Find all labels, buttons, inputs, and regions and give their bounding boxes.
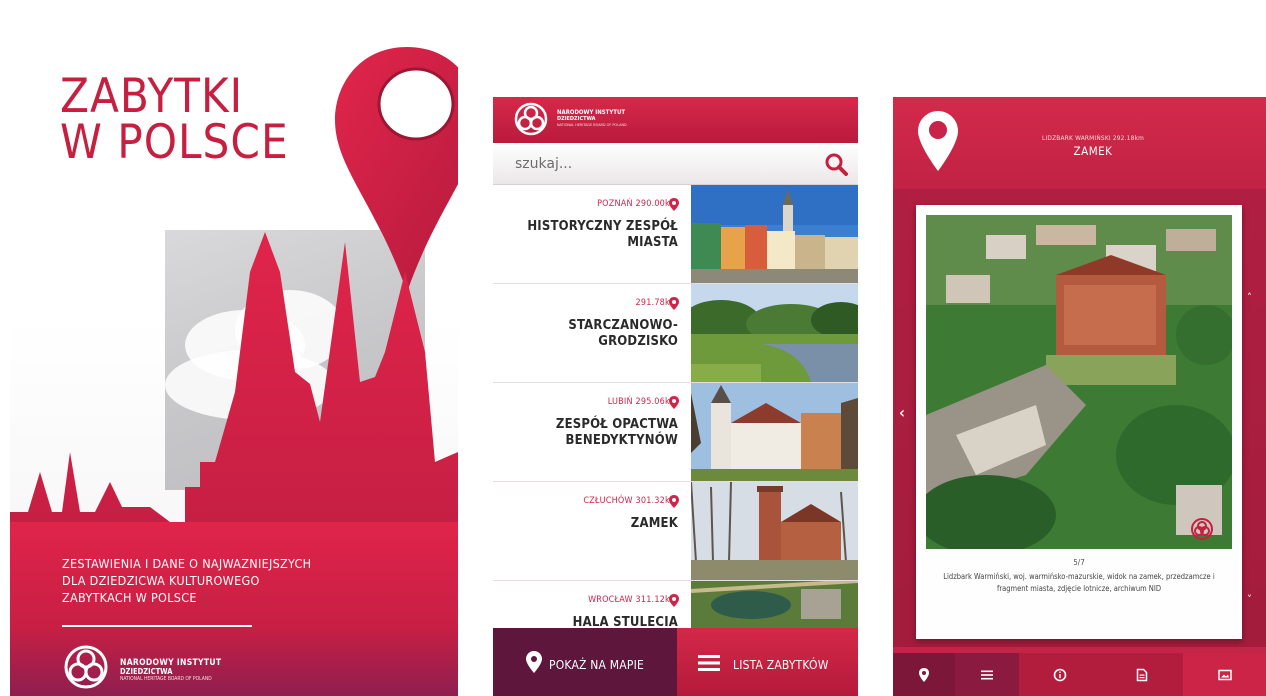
nid-logo-icon (64, 645, 108, 689)
document-icon (1136, 668, 1148, 681)
item-photo (691, 482, 858, 580)
pin-icon (669, 594, 679, 607)
splash-screen: ZABYTKI W POLSCE ZESTAWIENIA I DANE O NA… (10, 12, 458, 696)
photo-caption: Lidzbark Warmiński, woj. warmińsko-mazur… (943, 572, 1215, 593)
item-location: POZNAŃ 290.00km (597, 199, 678, 209)
detail-screen: LIDZBARK WARMIŃSKI 292.18km ZAMEK ‹ ˄ ˅ (893, 97, 1266, 696)
scroll-up-icon[interactable]: ˄ (1247, 291, 1252, 304)
info-icon (1053, 668, 1067, 681)
aerial-photo[interactable] (926, 215, 1232, 549)
pin-icon (669, 297, 679, 310)
item-location: WROCŁAW 311.12km (588, 595, 678, 605)
header-text-3: NATIONAL HERITAGE BOARD OF POLAND (557, 122, 627, 127)
photo-counter: 5/7 (1073, 558, 1085, 567)
pin-icon (669, 198, 679, 211)
item-name: HISTORYCZNY ZESPÓŁ MIASTA (527, 219, 678, 250)
subtitle-line-3: ZABYTKACH W POLSCE (62, 590, 197, 605)
tab-document[interactable] (1101, 653, 1183, 696)
search-input[interactable] (515, 151, 815, 177)
list-screen: NARODOWY INSTYTUT DZIEDZICTWA NATIONAL H… (493, 97, 858, 696)
subtitle-line-1: ZESTAWIENIA I DANE O NAJWAZNIEJSZYCH (62, 556, 312, 571)
show-on-map-button[interactable]: POKAŻ NA MAPIE (493, 628, 677, 696)
detail-tabbar (893, 653, 1266, 696)
detail-title: ZAMEK (1073, 144, 1113, 158)
list-item[interactable]: CZŁUCHÓW 301.32km ZAMEK (493, 482, 858, 581)
monument-list: POZNAŃ 290.00km HISTORYCZNY ZESPÓŁ MIAST… (493, 185, 858, 680)
subtitle-line-2: DLA DZIEDZICWA KULTUROWEGO (62, 573, 260, 588)
splash-subtitle: ZESTAWIENIA I DANE O NAJWAZNIEJSZYCH DLA… (62, 555, 382, 606)
item-photo (691, 383, 858, 481)
logo-text-3: NATIONAL HERITAGE BOARD OF POLAND (120, 676, 212, 682)
pin-icon (669, 396, 679, 409)
pin-icon (669, 495, 679, 508)
image-icon (1217, 669, 1232, 680)
map-pin-icon (335, 47, 458, 292)
detail-location: LIDZBARK WARMIŃSKI 292.18km (1042, 134, 1144, 142)
monument-list-label: LISTA ZABYTKÓW (733, 658, 829, 672)
list-header: NARODOWY INSTYTUT DZIEDZICTWA NATIONAL H… (493, 97, 858, 143)
nid-logo-icon (514, 102, 548, 136)
photo-card: 5/7 Lidzbark Warmiński, woj. warmińsko-m… (916, 205, 1242, 639)
search-icon[interactable] (824, 152, 848, 176)
list-icon (981, 670, 993, 679)
show-on-map-label: POKAŻ NA MAPIE (549, 658, 644, 672)
scroll-down-icon[interactable]: ˅ (1247, 593, 1252, 606)
item-photo (691, 284, 858, 382)
tab-location[interactable] (893, 653, 955, 696)
list-icon (698, 655, 720, 671)
detail-header: LIDZBARK WARMIŃSKI 292.18km ZAMEK (893, 97, 1266, 189)
tab-gallery[interactable] (1183, 653, 1266, 696)
item-name: ZESPÓŁ OPACTWA BENEDYKTYNÓW (555, 417, 678, 448)
list-item[interactable]: LUBIŃ 295.06km ZESPÓŁ OPACTWA BENEDYKTYN… (493, 383, 858, 482)
logo-text-2: DZIEDZICTWA (120, 667, 173, 676)
item-name: STARCZANOWO-GRODZISKO (568, 318, 678, 349)
item-location: LUBIŃ 295.06km (607, 397, 678, 407)
pin-icon (919, 667, 929, 682)
item-location: CZŁUCHÓW 301.32km (583, 496, 678, 506)
bottom-bar: POKAŻ NA MAPIE LISTA ZABYTKÓW (493, 628, 858, 696)
divider (62, 625, 252, 627)
map-pin-icon (526, 651, 542, 673)
list-item[interactable]: POZNAŃ 290.00km HISTORYCZNY ZESPÓŁ MIAST… (493, 185, 858, 284)
tab-info[interactable] (1019, 653, 1101, 696)
header-text-1: NARODOWY INSTYTUT (557, 109, 626, 116)
search-bar (493, 143, 858, 185)
item-name: ZAMEK (630, 516, 678, 531)
item-photo (691, 185, 858, 283)
list-item[interactable]: 291.78km STARCZANOWO-GRODZISKO (493, 284, 858, 383)
location-pin-icon[interactable] (918, 111, 958, 171)
previous-arrow-icon[interactable]: ‹ (899, 403, 905, 422)
tab-list[interactable] (955, 653, 1019, 696)
